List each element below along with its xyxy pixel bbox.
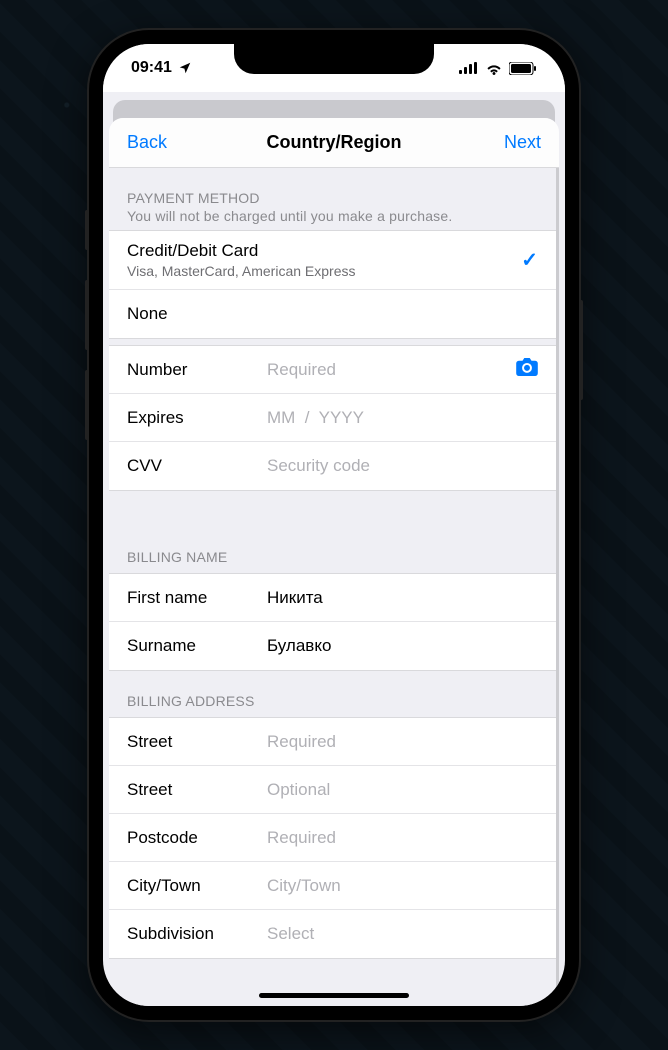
checkmark-icon: ✓ (521, 248, 538, 273)
card-cvv-input[interactable] (267, 456, 538, 476)
phone-volume-down (85, 370, 89, 440)
city-input[interactable] (267, 876, 538, 896)
card-number-input[interactable] (267, 360, 516, 380)
street1-row[interactable]: Street (109, 718, 556, 766)
status-time: 09:41 (131, 59, 172, 77)
billing-address-title: BILLING ADDRESS (127, 693, 538, 709)
surname-label: Surname (127, 636, 267, 656)
content-scroll[interactable]: PAYMENT METHOD You will not be charged u… (109, 168, 559, 1006)
card-expires-row[interactable]: Expires (109, 394, 556, 442)
street1-input[interactable] (267, 732, 538, 752)
payment-method-subtitle: You will not be charged until you make a… (127, 208, 538, 224)
postcode-label: Postcode (127, 828, 267, 848)
payment-option-credit-sub: Visa, MasterCard, American Express (127, 263, 356, 279)
back-button[interactable]: Back (127, 132, 187, 153)
subdivision-row[interactable]: Subdivision (109, 910, 556, 958)
payment-option-none[interactable]: None (109, 290, 556, 338)
surname-row[interactable]: Surname (109, 622, 556, 670)
street1-label: Street (127, 732, 267, 752)
payment-method-header: PAYMENT METHOD You will not be charged u… (109, 168, 556, 230)
city-label: City/Town (127, 876, 267, 896)
street2-input[interactable] (267, 780, 538, 800)
next-button[interactable]: Next (481, 132, 541, 153)
subdivision-label: Subdivision (127, 924, 267, 944)
city-row[interactable]: City/Town (109, 862, 556, 910)
screen: 09:41 Back Country/R (103, 44, 565, 1006)
modal-sheet: Back Country/Region Next PAYMENT METHOD … (109, 118, 559, 1006)
camera-icon[interactable] (516, 358, 538, 381)
billing-name-title: BILLING NAME (127, 549, 538, 565)
street2-row[interactable]: Street (109, 766, 556, 814)
spacer (109, 491, 556, 527)
billing-name-header: BILLING NAME (109, 527, 556, 573)
billing-address-header: BILLING ADDRESS (109, 671, 556, 717)
payment-method-title: PAYMENT METHOD (127, 190, 538, 206)
wifi-icon (485, 62, 503, 75)
card-number-label: Number (127, 360, 267, 380)
card-expires-label: Expires (127, 408, 267, 428)
phone-frame: 09:41 Back Country/R (89, 30, 579, 1020)
card-fields-group: Number Expires CVV (109, 345, 556, 491)
cellular-icon (459, 62, 479, 74)
first-name-input[interactable] (267, 588, 538, 608)
battery-icon (509, 62, 537, 75)
phone-mute-switch (85, 210, 89, 250)
first-name-row[interactable]: First name (109, 574, 556, 622)
phone-volume-up (85, 280, 89, 350)
street2-label: Street (127, 780, 267, 800)
postcode-row[interactable]: Postcode (109, 814, 556, 862)
home-indicator[interactable] (259, 993, 409, 998)
card-cvv-row[interactable]: CVV (109, 442, 556, 490)
location-icon (178, 61, 192, 75)
first-name-label: First name (127, 588, 267, 608)
payment-option-credit-title: Credit/Debit Card (127, 241, 258, 261)
billing-address-group: Street Street Postcode City/Town (109, 717, 556, 959)
payment-option-none-title: None (127, 304, 168, 324)
phone-power-button (579, 300, 583, 400)
card-number-row[interactable]: Number (109, 346, 556, 394)
payment-options-group: Credit/Debit Card Visa, MasterCard, Amer… (109, 230, 556, 339)
notch (234, 44, 434, 74)
card-cvv-label: CVV (127, 456, 267, 476)
nav-header: Back Country/Region Next (109, 118, 559, 168)
postcode-input[interactable] (267, 828, 538, 848)
billing-name-group: First name Surname (109, 573, 556, 671)
page-title: Country/Region (267, 132, 402, 153)
card-expires-input[interactable] (267, 408, 538, 428)
subdivision-input[interactable] (267, 924, 538, 944)
payment-option-credit[interactable]: Credit/Debit Card Visa, MasterCard, Amer… (109, 231, 556, 290)
surname-input[interactable] (267, 636, 538, 656)
